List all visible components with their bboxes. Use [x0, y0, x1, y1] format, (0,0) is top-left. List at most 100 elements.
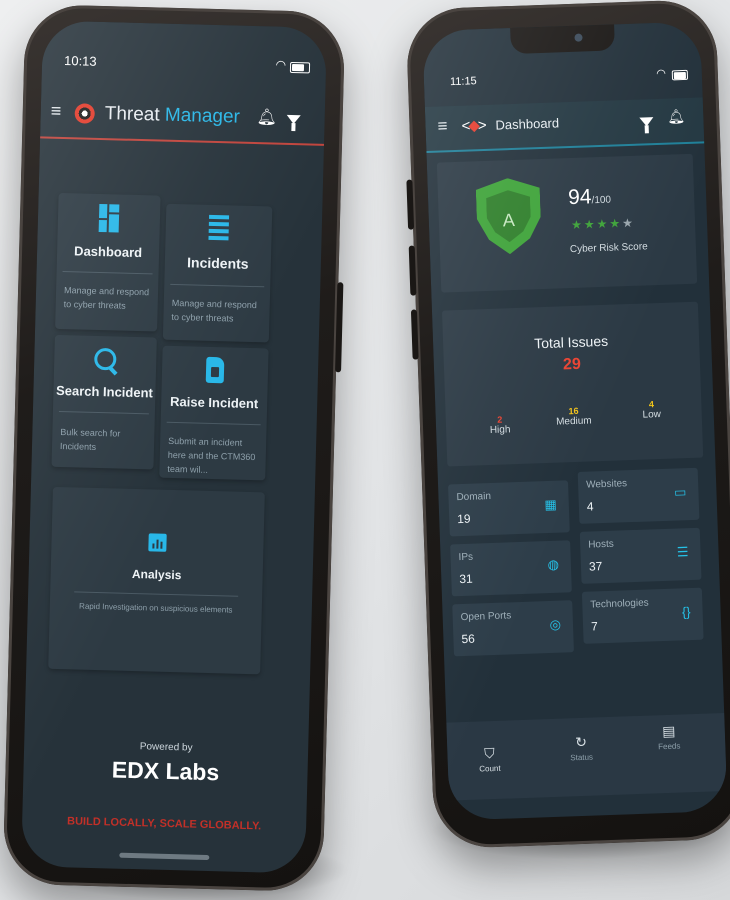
tile-hosts[interactable]: Hosts 37 ☰ — [579, 527, 702, 584]
tile-label: Open Ports — [460, 610, 512, 624]
home-indicator[interactable] — [119, 852, 210, 861]
tagline: BUILD LOCALLY, SCALE GLOBALLY. — [66, 815, 262, 833]
status-time: 10:13 — [63, 52, 97, 69]
server-icon: ☰ — [676, 544, 689, 560]
wifi-icon: ◠ — [275, 57, 287, 72]
risk-grade: A — [502, 209, 516, 231]
tile-ips[interactable]: IPs 31 ◍ — [450, 540, 572, 597]
shield-icon: ⛉ — [483, 745, 495, 762]
volume-up-button — [406, 179, 415, 230]
tile-label: Technologies — [590, 597, 649, 611]
search-incident-card[interactable]: Search Incident Bulk search for Incident… — [51, 334, 157, 470]
battery-icon — [671, 69, 689, 81]
bell-icon[interactable]: 🔔︎ — [256, 107, 277, 128]
shield-grade-icon: A — [475, 177, 542, 255]
code-icon: {} — [681, 604, 691, 620]
nav-count[interactable]: ⛉ Count — [459, 744, 520, 774]
card-divider — [170, 283, 265, 288]
analysis-card[interactable]: Analysis Rapid Investigation on suspicio… — [48, 486, 265, 675]
tile-websites[interactable]: Websites 4 ▭ — [577, 467, 700, 524]
severity-medium[interactable]: 16 Medium — [543, 405, 604, 428]
volume-down-button — [408, 245, 417, 296]
card-divider — [62, 271, 153, 275]
card-description: Bulk search for Incidents — [59, 427, 121, 452]
monitor-icon: ▭ — [673, 484, 687, 500]
incidents-card[interactable]: Incidents Manage and respond to cyber th… — [162, 203, 273, 343]
status-time: 11:15 — [449, 75, 477, 89]
bottom-nav: ⛉ Count ↻ Status ▤ Feeds — [446, 712, 727, 801]
severity-high-label: High — [489, 424, 511, 436]
tile-open-ports[interactable]: Open Ports 56 ◎ — [452, 600, 574, 657]
nav-label: Status — [570, 752, 594, 763]
nav-status[interactable]: ↻ Status — [551, 733, 612, 763]
tile-domain[interactable]: Domain 19 ▦ — [448, 480, 570, 537]
app-bar: ≡ <◆> Dashboard 🔔︎ — [424, 97, 705, 154]
severity-low[interactable]: 4 Low — [621, 398, 682, 421]
front-camera — [574, 33, 583, 42]
risk-score: 94/100 — [568, 185, 612, 210]
list-icon — [208, 214, 230, 242]
tile-label: Hosts — [588, 538, 614, 551]
risk-stars: ★★★★★ — [571, 216, 635, 232]
signal-icon: ◎ — [549, 616, 562, 633]
card-label: Search Incident — [55, 382, 154, 401]
filter-icon[interactable] — [286, 114, 301, 125]
menu-icon[interactable]: ≡ — [437, 116, 448, 136]
powered-by-label: Powered by — [139, 741, 193, 754]
right-phone: 11:15 ◠ ≡ <◆> Dashboard 🔔︎ A 94/100 ★★★★… — [405, 0, 730, 850]
tile-label: IPs — [458, 551, 474, 564]
severity-high[interactable]: 2 High — [470, 414, 531, 437]
card-divider — [166, 421, 261, 426]
card-label: Incidents — [186, 254, 249, 272]
menu-icon[interactable]: ≡ — [51, 101, 62, 122]
card-label: Analysis — [131, 566, 182, 583]
search-icon — [94, 347, 117, 371]
document-icon: ▤ — [661, 722, 676, 740]
total-issues-count: 29 — [562, 355, 582, 374]
card-description: Rapid Investigation on suspicious elemen… — [78, 601, 233, 615]
card-divider — [74, 591, 239, 597]
edx-labs-brand: EDX Labs — [111, 756, 220, 786]
tile-value: 56 — [461, 631, 476, 647]
building-icon: ▦ — [544, 496, 558, 513]
risk-score-panel: A 94/100 ★★★★★ Cyber Risk Score — [436, 153, 698, 293]
app-title-part1: Threat — [104, 103, 166, 126]
risk-score-label: Cyber Risk Score — [569, 241, 648, 256]
tile-value: 37 — [588, 559, 603, 574]
card-description: Submit an incident here and the CTM360 t… — [167, 435, 256, 475]
tile-technologies[interactable]: Technologies 7 {} — [581, 587, 704, 644]
threat-manager-screen: 10:13 ◠ ≡ Threat Manager 🔔︎ Dashboard Ma… — [21, 20, 328, 874]
card-label: Dashboard — [73, 243, 143, 261]
star-icon: ★ — [596, 216, 610, 232]
card-divider — [58, 410, 149, 415]
app-title-part2: Manager — [164, 104, 241, 128]
dashboard-grid-icon — [98, 203, 120, 233]
severity-medium-label: Medium — [555, 415, 592, 428]
threat-manager-logo — [74, 103, 95, 124]
left-phone: 10:13 ◠ ≡ Threat Manager 🔔︎ Dashboard Ma… — [2, 3, 346, 893]
silent-switch — [410, 309, 419, 360]
star-icon: ★ — [583, 217, 597, 232]
star-icon: ★ — [570, 217, 585, 233]
power-button — [335, 282, 344, 373]
battery-icon — [289, 61, 311, 74]
tile-value: 31 — [459, 571, 473, 587]
notch — [510, 24, 615, 55]
total-issues-title: Total Issues — [533, 332, 609, 352]
app-title: Threat Manager — [104, 103, 240, 129]
nav-label: Feeds — [658, 741, 681, 752]
filter-icon[interactable] — [639, 117, 654, 127]
nav-feeds[interactable]: ▤ Feeds — [639, 722, 700, 752]
dashboard-card[interactable]: Dashboard Manage and respond to cyber th… — [55, 192, 161, 332]
risk-score-suffix: /100 — [591, 194, 612, 207]
refresh-icon: ↻ — [574, 733, 588, 751]
star-icon: ★ — [609, 216, 623, 231]
bell-icon[interactable]: 🔔︎ — [667, 108, 685, 126]
nav-label: Count — [479, 763, 501, 774]
tile-value: 19 — [457, 511, 471, 527]
raise-incident-card[interactable]: Raise Incident Submit an incident here a… — [159, 345, 269, 481]
chart-icon — [148, 533, 167, 552]
star-icon: ★ — [621, 215, 636, 231]
shield-inner: A — [486, 189, 532, 243]
edx-logo-icon: <◆> — [461, 116, 485, 135]
